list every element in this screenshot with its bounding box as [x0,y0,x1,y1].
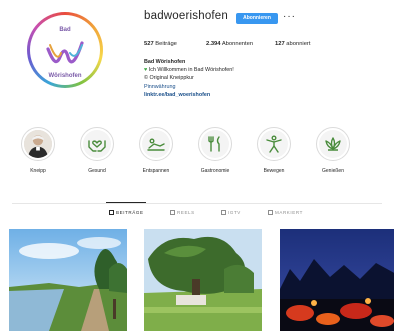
post-thumbnail-night-lights[interactable] [280,229,394,331]
highlight-circle [80,127,114,161]
highlight-label: Gesund [88,168,106,174]
bio-line-1: ♥ Ich Willkommen in Bad Wörishofen! [144,66,344,74]
igtv-icon [221,210,226,215]
relax-icon [142,130,170,158]
tree-park-image [144,229,262,331]
followers-count[interactable]: 2.394 Abonnenten [206,41,253,47]
posts-count: 527 Beiträge [144,41,177,47]
river-path-image [9,229,127,331]
followers-count-value: 2.394 [206,41,221,47]
bad-woerishofen-logo: Bad Wörishofen [46,27,84,79]
bio-line-2: © Original Kneippkur [144,75,194,82]
profile-bio: Bad Wörishofen ♥ Ich Willkommen in Bad W… [144,58,344,99]
highlight-geniessen[interactable]: Genießen [308,127,358,174]
person-stretch-icon [260,130,288,158]
hands-heart-icon [83,130,111,158]
green-heart-icon: ♥ [144,67,148,74]
grid-icon [109,210,114,215]
tab-tagged-label: MARKIERT [275,210,303,215]
profile-avatar[interactable]: Bad Wörishofen [27,12,103,88]
highlight-label: Bewegen [263,168,285,174]
profile-username: badwoerishofen [144,10,228,22]
tab-posts-label: BEITRÄGE [116,210,144,215]
tabs-divider [12,203,382,204]
highlight-entspannen[interactable]: Entspannen [131,127,181,174]
svg-text:Bad: Bad [59,27,71,33]
post-thumbnail-river-path[interactable] [9,229,127,331]
post-thumbnail-tree-park[interactable] [144,229,262,331]
highlight-circle [316,127,350,161]
lotus-icon [319,130,347,158]
portrait-icon [24,130,52,158]
cutlery-icon [201,130,229,158]
bio-link[interactable]: linktr.ee/bad_woerishofen [144,91,344,99]
tab-tagged[interactable]: MARKIERT [268,210,303,215]
tab-reels[interactable]: REELS [170,210,195,215]
highlight-label: Kneipp [30,168,46,174]
instagram-profile: Bad Wörishofen badwoerishofen Abonnieren… [0,0,394,331]
more-options-icon[interactable]: ··· [283,11,296,22]
highlight-circle [139,127,173,161]
bio-line-3[interactable]: Pinnwährung [144,83,344,91]
tab-reels-label: REELS [177,210,195,215]
reels-icon [170,210,175,215]
story-highlights: Kneipp Gesund Entspannen Gastronomie Bew… [0,127,394,187]
highlight-label: Gastronomie [200,168,230,174]
highlight-circle [198,127,232,161]
bio-name: Bad Wörishofen [144,59,186,65]
svg-text:Wörishofen: Wörishofen [49,73,82,79]
following-count-label: abonniert [286,41,311,47]
avatar-logo-frame: Bad Wörishofen [30,15,100,85]
tab-igtv-label: IGTV [228,210,241,215]
highlight-circle [257,127,291,161]
tagged-icon [268,210,273,215]
highlight-label: Genießen [322,168,344,174]
following-count[interactable]: 127 abonniert [275,41,310,47]
followers-count-label: Abonnenten [221,41,254,47]
tab-igtv[interactable]: IGTV [221,210,241,215]
following-count-value: 127 [275,41,285,47]
highlight-label: Entspannen [142,168,170,174]
highlight-gesund[interactable]: Gesund [72,127,122,174]
highlight-circle [21,127,55,161]
bio-line-1-text: Ich Willkommen in Bad Wörishofen! [148,67,234,74]
posts-count-value: 527 [144,41,154,47]
follow-button[interactable]: Abonnieren [236,13,278,24]
highlight-kneipp[interactable]: Kneipp [13,127,63,174]
highlight-bewegen[interactable]: Bewegen [249,127,299,174]
active-tab-indicator [106,202,146,203]
night-lights-image [280,229,394,331]
tab-posts[interactable]: BEITRÄGE [109,210,144,215]
highlight-gastronomie[interactable]: Gastronomie [190,127,240,174]
posts-count-label: Beiträge [155,41,177,47]
